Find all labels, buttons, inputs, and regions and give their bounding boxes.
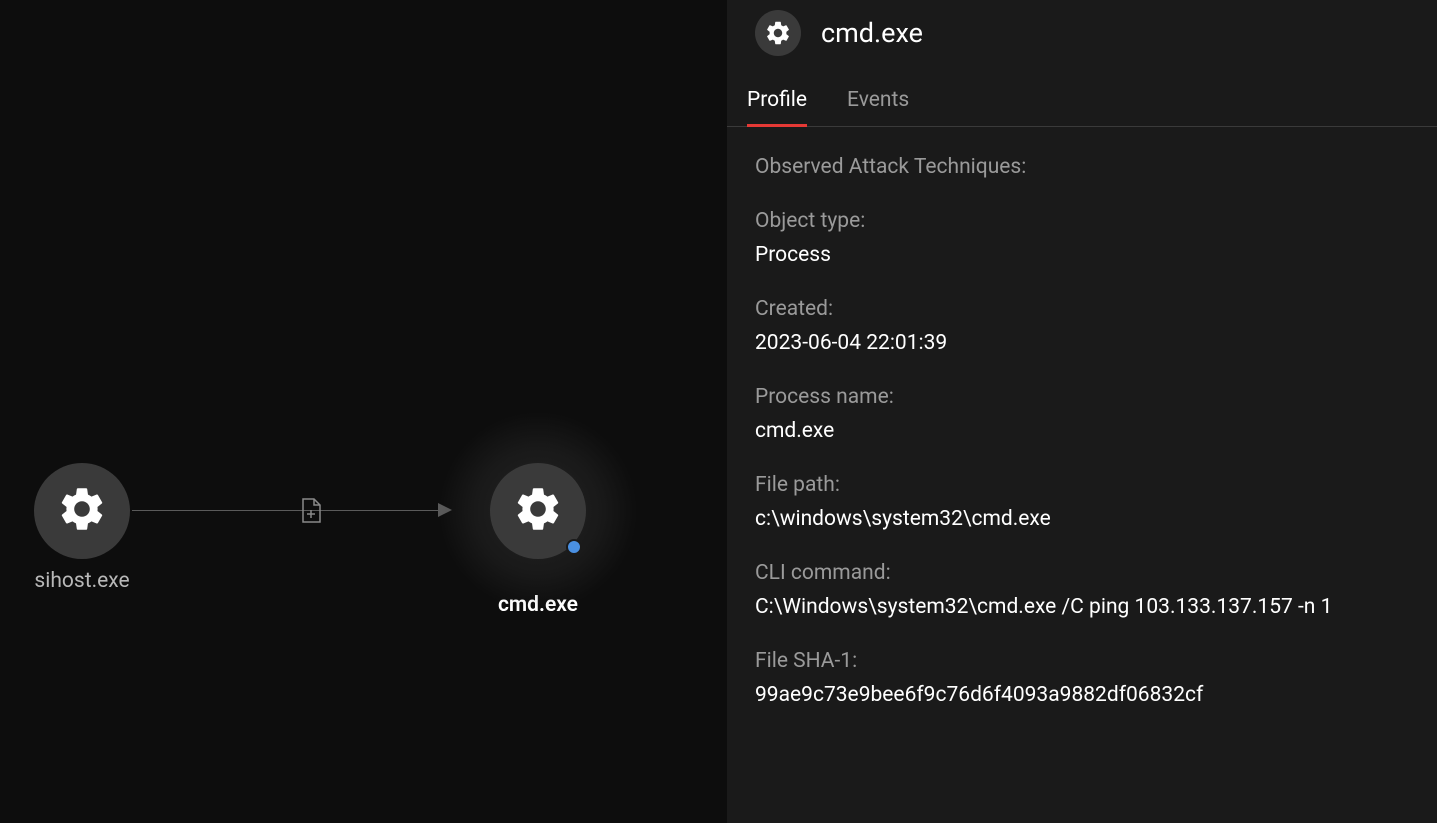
field-value: 2023-06-04 22:01:39 bbox=[755, 331, 1409, 355]
graph-node-sihost[interactable]: sihost.exe bbox=[34, 463, 130, 593]
gear-icon bbox=[755, 10, 801, 56]
file-plus-icon bbox=[300, 498, 322, 528]
node-label: sihost.exe bbox=[34, 569, 129, 593]
field-label: Object type: bbox=[755, 209, 1409, 233]
gear-icon bbox=[56, 483, 108, 539]
profile-content: Observed Attack Techniques: Object type:… bbox=[727, 127, 1437, 707]
field-value: 99ae9c73e9bee6f9c76d6f4093a9882df06832cf bbox=[755, 683, 1409, 707]
field-file-sha1: File SHA-1: 99ae9c73e9bee6f9c76d6f4093a9… bbox=[755, 649, 1409, 707]
field-label: File path: bbox=[755, 473, 1409, 497]
tab-events[interactable]: Events bbox=[847, 76, 909, 127]
graph-panel[interactable]: sihost.exe cmd.exe bbox=[0, 0, 727, 823]
detail-panel: cmd.exe Profile Events Observed Attack T… bbox=[727, 0, 1437, 823]
tab-profile[interactable]: Profile bbox=[747, 76, 807, 127]
field-value: Process bbox=[755, 243, 1409, 267]
field-cli-command: CLI command: C:\Windows\system32\cmd.exe… bbox=[755, 561, 1409, 619]
status-dot-icon bbox=[566, 539, 582, 555]
field-value: c:\windows\system32\cmd.exe bbox=[755, 507, 1409, 531]
edge-line bbox=[132, 510, 442, 511]
field-value: cmd.exe bbox=[755, 419, 1409, 443]
field-label: Process name: bbox=[755, 385, 1409, 409]
field-label: Created: bbox=[755, 297, 1409, 321]
field-label: File SHA-1: bbox=[755, 649, 1409, 673]
gear-icon bbox=[512, 483, 564, 539]
detail-header: cmd.exe bbox=[727, 0, 1437, 76]
field-value: C:\Windows\system32\cmd.exe /C ping 103.… bbox=[755, 595, 1409, 619]
field-file-path: File path: c:\windows\system32\cmd.exe bbox=[755, 473, 1409, 531]
field-label: CLI command: bbox=[755, 561, 1409, 585]
graph-node-cmd[interactable]: cmd.exe bbox=[438, 411, 638, 617]
detail-title: cmd.exe bbox=[821, 17, 923, 49]
field-object-type: Object type: Process bbox=[755, 209, 1409, 267]
observed-attack-techniques-label: Observed Attack Techniques: bbox=[755, 155, 1409, 179]
tabs: Profile Events bbox=[727, 76, 1437, 127]
field-process-name: Process name: cmd.exe bbox=[755, 385, 1409, 443]
field-created: Created: 2023-06-04 22:01:39 bbox=[755, 297, 1409, 355]
